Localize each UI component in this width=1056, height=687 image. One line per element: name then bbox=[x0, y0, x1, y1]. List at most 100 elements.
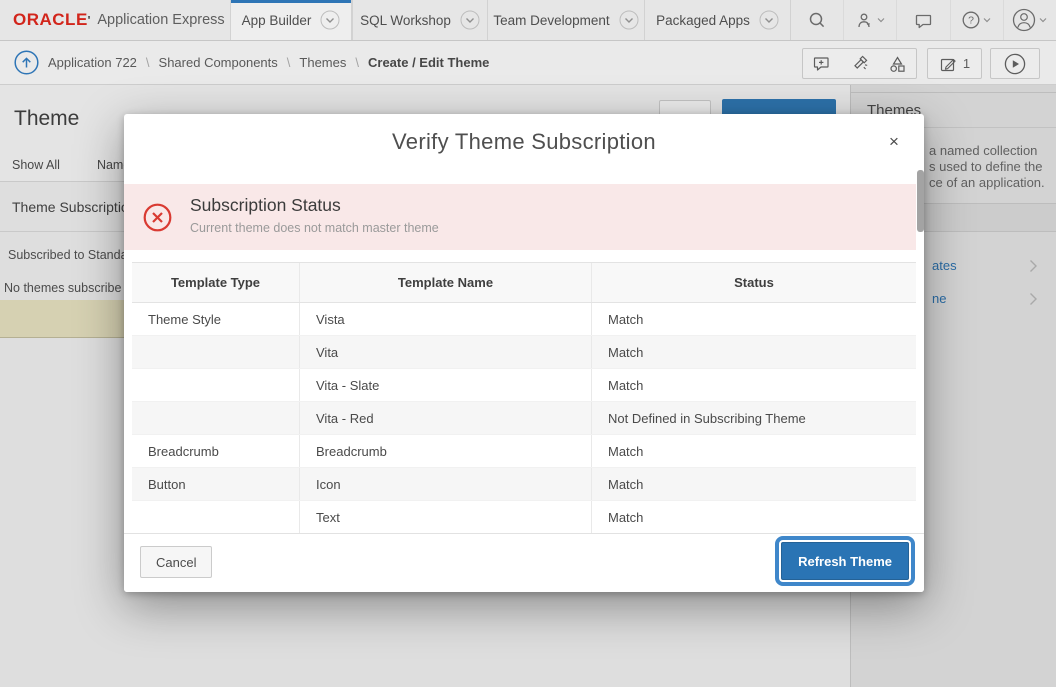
oracle-logo: ORACLE bbox=[13, 10, 88, 30]
tab-app-builder[interactable]: App Builder bbox=[230, 0, 352, 40]
dialog-footer: Cancel Refresh Theme bbox=[124, 533, 924, 592]
subscription-status-alert: Subscription Status Current theme does n… bbox=[124, 184, 916, 250]
feedback-button[interactable] bbox=[896, 0, 949, 40]
cell-template-name: Vita - Slate bbox=[300, 369, 592, 401]
tab-label: App Builder bbox=[242, 13, 312, 28]
chevron-right-icon bbox=[1029, 292, 1038, 306]
table-row: Breadcrumb Breadcrumb Match bbox=[132, 435, 916, 468]
run-application-button[interactable] bbox=[990, 48, 1040, 79]
comment-plus-icon bbox=[812, 55, 831, 72]
cell-template-name: Text bbox=[300, 501, 592, 533]
sidebar-help-text: a named collection s used to define the … bbox=[929, 143, 1045, 190]
help-icon: ? bbox=[962, 11, 980, 29]
alert-title: Subscription Status bbox=[190, 195, 341, 216]
no-themes-text: No themes subscribe bbox=[4, 281, 121, 295]
cell-status: Match bbox=[592, 336, 916, 368]
breadcrumb-item-shared-components[interactable]: Shared Components bbox=[159, 55, 278, 70]
table-row: Vita - Red Not Defined in Subscribing Th… bbox=[132, 402, 916, 435]
search-icon bbox=[808, 11, 826, 29]
close-button[interactable]: × bbox=[880, 128, 908, 156]
chevron-down-icon[interactable] bbox=[320, 10, 340, 30]
cell-template-type bbox=[132, 369, 300, 401]
template-status-table: Template Type Template Name Status Theme… bbox=[132, 262, 916, 534]
chevron-down-icon[interactable] bbox=[759, 10, 779, 30]
tab-packaged-apps[interactable]: Packaged Apps bbox=[644, 0, 790, 40]
cell-status: Match bbox=[592, 501, 916, 533]
chevron-down-icon bbox=[983, 17, 991, 23]
cell-template-type bbox=[132, 336, 300, 368]
cell-template-name: Vista bbox=[300, 303, 592, 335]
breadcrumb-item-themes[interactable]: Themes bbox=[299, 55, 346, 70]
topbar-icons: ? bbox=[790, 0, 1056, 40]
cell-template-type bbox=[132, 501, 300, 533]
chat-bubble-icon bbox=[914, 12, 933, 29]
up-level-button[interactable] bbox=[14, 50, 39, 75]
verify-theme-subscription-dialog: Verify Theme Subscription × Subscription… bbox=[124, 114, 924, 592]
help-line: ce of an application. bbox=[929, 175, 1045, 191]
breadcrumb-item-current: Create / Edit Theme bbox=[368, 55, 489, 70]
breadcrumb: Application 722 \ Shared Components \ Th… bbox=[48, 41, 489, 84]
breadcrumb-separator: \ bbox=[355, 55, 359, 70]
tab-label: Packaged Apps bbox=[656, 13, 750, 28]
svg-text:?: ? bbox=[968, 15, 974, 27]
user-admin-icon bbox=[856, 12, 874, 29]
cell-template-type: Button bbox=[132, 468, 300, 500]
tab-sql-workshop[interactable]: SQL Workshop bbox=[352, 0, 487, 40]
flashlight-icon bbox=[850, 54, 869, 73]
subscription-status-text: Subscribed to Standa bbox=[8, 248, 128, 262]
logo: ORACLE' Application Express bbox=[0, 0, 230, 40]
edit-page-number: 1 bbox=[963, 56, 970, 71]
breadcrumb-bar: Application 722 \ Shared Components \ Th… bbox=[0, 41, 1056, 85]
top-nav-bar: ORACLE' Application Express App Builder … bbox=[0, 0, 1056, 41]
edit-pencil-icon bbox=[939, 55, 957, 73]
filter-tabs: Show All Name bbox=[12, 158, 130, 172]
table-header-row: Template Type Template Name Status bbox=[132, 262, 916, 303]
cell-status: Match bbox=[592, 435, 916, 467]
administration-button[interactable] bbox=[843, 0, 896, 40]
column-header-template-type: Template Type bbox=[132, 263, 300, 302]
tab-show-all[interactable]: Show All bbox=[12, 158, 60, 172]
cancel-button[interactable]: Cancel bbox=[140, 546, 212, 578]
cell-template-type bbox=[132, 402, 300, 434]
table-row: Button Icon Match bbox=[132, 468, 916, 501]
table-row: Vita - Slate Match bbox=[132, 369, 916, 402]
edit-page-button[interactable]: 1 bbox=[927, 48, 982, 79]
breadcrumb-item-application[interactable]: Application 722 bbox=[48, 55, 137, 70]
error-circle-x-icon bbox=[143, 203, 172, 232]
chevron-right-icon bbox=[1029, 259, 1038, 273]
product-name: Application Express bbox=[97, 12, 224, 28]
cell-status: Not Defined in Subscribing Theme bbox=[592, 402, 916, 434]
table-row: Text Match bbox=[132, 501, 916, 534]
help-line: a named collection bbox=[929, 143, 1045, 159]
shapes-icon bbox=[888, 55, 907, 73]
cell-template-name: Icon bbox=[300, 468, 592, 500]
table-row: Theme Style Vista Match bbox=[132, 303, 916, 336]
tab-label: Team Development bbox=[493, 13, 609, 28]
tab-team-development[interactable]: Team Development bbox=[487, 0, 644, 40]
cell-template-name: Breadcrumb bbox=[300, 435, 592, 467]
cell-status: Match bbox=[592, 369, 916, 401]
chevron-down-icon bbox=[877, 17, 885, 23]
shared-components-button[interactable] bbox=[878, 48, 917, 79]
cell-template-type: Breadcrumb bbox=[132, 435, 300, 467]
cell-template-name: Vita - Red bbox=[300, 402, 592, 434]
chevron-down-icon bbox=[1039, 17, 1047, 23]
chevron-down-icon[interactable] bbox=[619, 10, 639, 30]
chevron-down-icon[interactable] bbox=[460, 10, 480, 30]
page-title: Theme bbox=[14, 107, 79, 131]
sidebar-link-label: ates bbox=[932, 258, 957, 273]
modal-scrollbar-thumb[interactable] bbox=[917, 170, 924, 232]
column-header-template-name: Template Name bbox=[300, 263, 592, 302]
search-button[interactable] bbox=[790, 0, 843, 40]
account-menu-button[interactable] bbox=[1003, 0, 1056, 40]
cell-status: Match bbox=[592, 303, 916, 335]
refresh-theme-button[interactable]: Refresh Theme bbox=[781, 542, 909, 580]
sidebar-link-label: ne bbox=[932, 291, 946, 306]
debug-flashlight-button[interactable] bbox=[840, 48, 879, 79]
trademark-mark: ' bbox=[88, 13, 91, 28]
feedback-comment-button[interactable] bbox=[802, 48, 841, 79]
breadcrumb-separator: \ bbox=[146, 55, 150, 70]
cell-template-name: Vita bbox=[300, 336, 592, 368]
help-button[interactable]: ? bbox=[950, 0, 1003, 40]
column-header-status: Status bbox=[592, 263, 916, 302]
